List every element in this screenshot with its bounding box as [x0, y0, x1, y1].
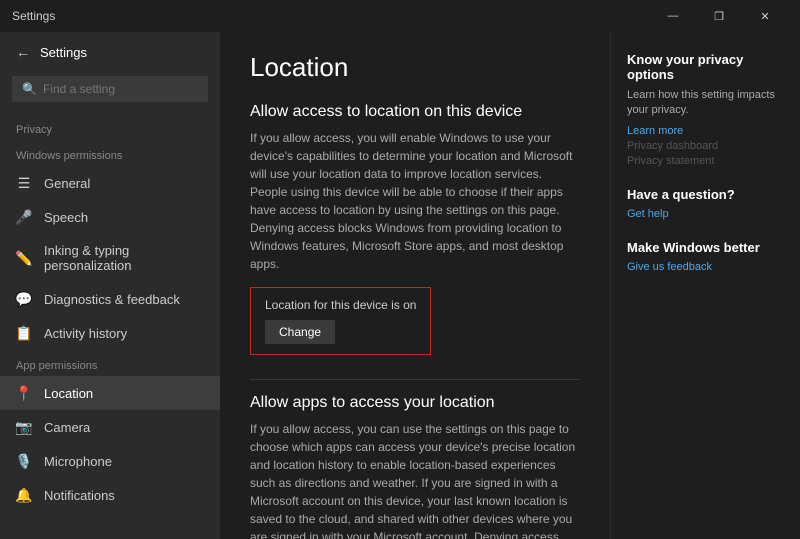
- give-feedback-link[interactable]: Give us feedback: [627, 261, 784, 273]
- general-icon: ☰: [16, 175, 32, 191]
- windows-better-title: Make Windows better: [627, 240, 784, 255]
- privacy-statement-link: Privacy statement: [627, 155, 784, 167]
- speech-icon: 🎤: [16, 209, 32, 225]
- settings-label: Settings: [40, 45, 87, 60]
- section2-desc: If you allow access, you can use the set…: [250, 420, 580, 539]
- device-location-box: Location for this device is on Change: [250, 287, 431, 355]
- sidebar-item-microphone[interactable]: 🎙️ Microphone: [0, 444, 220, 478]
- page-title: Location: [250, 52, 580, 83]
- sidebar-item-general[interactable]: ☰ General: [0, 166, 220, 200]
- sidebar-item-speech[interactable]: 🎤 Speech: [0, 200, 220, 234]
- section1-title: Allow access to location on this device: [250, 103, 580, 121]
- sidebar-item-label: Diagnostics & feedback: [44, 292, 180, 307]
- diagnostics-icon: 💬: [16, 291, 32, 307]
- sidebar-item-label: Notifications: [44, 488, 115, 503]
- sidebar-item-location[interactable]: 📍 Location: [0, 376, 220, 410]
- windows-permissions-label: Windows permissions: [0, 140, 220, 166]
- privacy-label: Privacy: [0, 114, 220, 140]
- privacy-options-desc: Learn how this setting impacts your priv…: [627, 88, 784, 119]
- search-icon: 🔍: [22, 82, 37, 96]
- minimize-button[interactable]: —: [650, 0, 696, 32]
- sidebar-item-label: Inking & typing personalization: [44, 243, 204, 273]
- app-permissions-label: App permissions: [0, 350, 220, 376]
- notifications-icon: 🔔: [16, 487, 32, 503]
- sidebar-item-notifications[interactable]: 🔔 Notifications: [0, 478, 220, 512]
- right-panel: Know your privacy options Learn how this…: [610, 32, 800, 539]
- section-divider: [250, 379, 580, 380]
- sidebar-item-label: Speech: [44, 210, 88, 225]
- app-body: ← Settings 🔍 Privacy Windows permissions…: [0, 32, 800, 539]
- sidebar-header[interactable]: ← Settings: [0, 32, 220, 72]
- sidebar-item-activity[interactable]: 📋 Activity history: [0, 316, 220, 350]
- sidebar-item-label: Microphone: [44, 454, 112, 469]
- sidebar-item-label: Camera: [44, 420, 90, 435]
- main-content: Location Allow access to location on thi…: [220, 32, 610, 539]
- titlebar-title: Settings: [12, 9, 650, 23]
- get-help-link[interactable]: Get help: [627, 208, 784, 220]
- close-button[interactable]: ✕: [742, 0, 788, 32]
- section1-desc: If you allow access, you will enable Win…: [250, 129, 580, 273]
- sidebar-item-inking[interactable]: ✏️ Inking & typing personalization: [0, 234, 220, 282]
- question-section: Have a question? Get help: [627, 187, 784, 220]
- activity-icon: 📋: [16, 325, 32, 341]
- maximize-button[interactable]: ❐: [696, 0, 742, 32]
- privacy-options-section: Know your privacy options Learn how this…: [627, 52, 784, 167]
- device-status-text: Location for this device is on: [265, 298, 416, 312]
- location-icon: 📍: [16, 385, 32, 401]
- section2-title: Allow apps to access your location: [250, 394, 580, 412]
- windows-better-section: Make Windows better Give us feedback: [627, 240, 784, 273]
- sidebar-item-label: Location: [44, 386, 93, 401]
- question-title: Have a question?: [627, 187, 784, 202]
- learn-more-link[interactable]: Learn more: [627, 125, 784, 137]
- sidebar-item-diagnostics[interactable]: 💬 Diagnostics & feedback: [0, 282, 220, 316]
- titlebar-controls: — ❐ ✕: [650, 0, 788, 32]
- search-box[interactable]: 🔍: [12, 76, 208, 102]
- sidebar: ← Settings 🔍 Privacy Windows permissions…: [0, 32, 220, 539]
- microphone-icon: 🎙️: [16, 453, 32, 469]
- privacy-options-title: Know your privacy options: [627, 52, 784, 82]
- search-input[interactable]: [43, 82, 198, 96]
- inking-icon: ✏️: [16, 250, 32, 266]
- camera-icon: 📷: [16, 419, 32, 435]
- back-icon[interactable]: ←: [16, 44, 30, 60]
- sidebar-item-label: General: [44, 176, 90, 191]
- sidebar-item-camera[interactable]: 📷 Camera: [0, 410, 220, 444]
- change-button[interactable]: Change: [265, 320, 335, 344]
- sidebar-item-label: Activity history: [44, 326, 127, 341]
- privacy-dashboard-link: Privacy dashboard: [627, 140, 784, 152]
- titlebar: Settings — ❐ ✕: [0, 0, 800, 32]
